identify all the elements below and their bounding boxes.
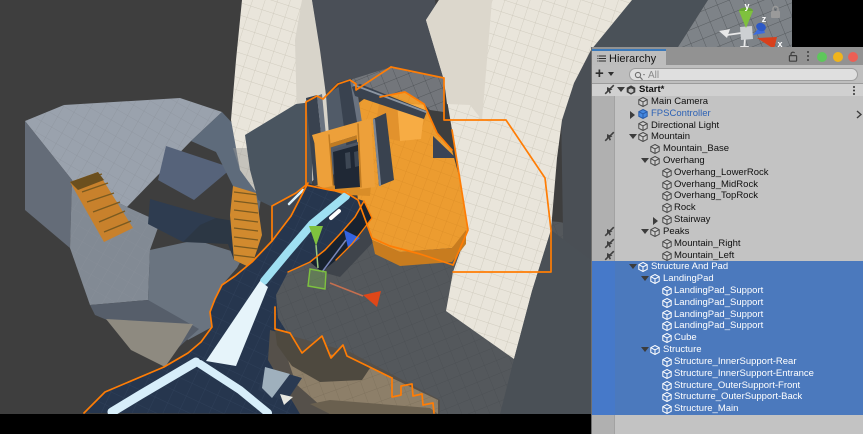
svg-text:z: z xyxy=(762,14,767,24)
svg-text:y: y xyxy=(744,1,749,11)
